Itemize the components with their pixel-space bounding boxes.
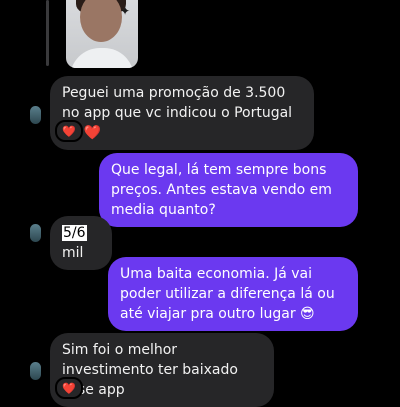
highlighted-text: 5/6 [62,225,87,241]
heart-icon[interactable]: ❤️ [55,120,83,142]
sender-avatar[interactable] [30,106,41,124]
message-text: Peguei uma promoção de 3.500 no app que … [62,85,293,141]
incoming-message[interactable]: 5/6 mil [50,216,112,270]
message-text: Que legal, lá tem sempre bons preços. An… [111,162,332,218]
story-shirt [70,48,134,68]
sender-avatar[interactable] [30,224,41,242]
incoming-message[interactable]: Peguei uma promoção de 3.500 no app que … [50,76,314,150]
message-text: mil [62,245,84,261]
sender-avatar[interactable] [30,362,41,380]
message-text: Uma baita economia. Já vai poder utiliza… [120,266,335,322]
sparkle-icon: ✦ [120,4,131,18]
outgoing-message[interactable]: Que legal, lá tem sempre bons preços. An… [99,153,358,227]
outgoing-message[interactable]: Uma baita economia. Já vai poder utiliza… [108,257,358,331]
message-text: Sim foi o melhor investimento ter baixad… [62,342,238,398]
story-reply-bar [46,0,49,66]
story-thumbnail[interactable]: ✦ [66,0,138,68]
story-face [80,0,122,42]
heart-icon[interactable]: ❤️ [55,377,83,399]
incoming-message[interactable]: Sim foi o melhor investimento ter baixad… [50,333,274,407]
